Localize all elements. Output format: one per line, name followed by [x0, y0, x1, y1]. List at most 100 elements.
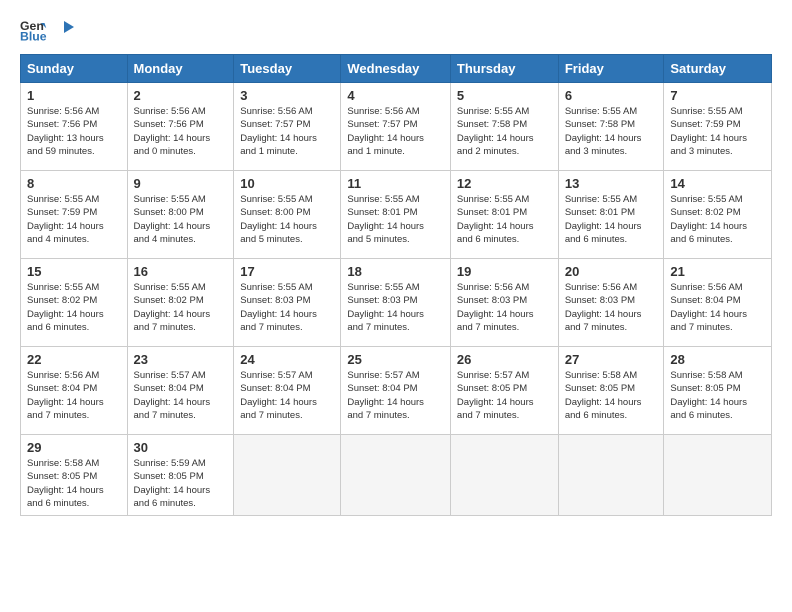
- day-detail: Sunrise: 5:57 AM Sunset: 8:05 PM Dayligh…: [457, 369, 552, 422]
- day-number: 1: [27, 88, 121, 103]
- calendar-header-saturday: Saturday: [664, 55, 772, 83]
- calendar-cell: 15 Sunrise: 5:55 AM Sunset: 8:02 PM Dayli…: [21, 259, 128, 347]
- day-detail: Sunrise: 5:57 AM Sunset: 8:04 PM Dayligh…: [134, 369, 228, 422]
- day-number: 26: [457, 352, 552, 367]
- logo: Gen Blue: [20, 16, 74, 44]
- day-number: 27: [565, 352, 658, 367]
- calendar-cell: 28 Sunrise: 5:58 AM Sunset: 8:05 PM Dayli…: [664, 347, 772, 435]
- day-number: 16: [134, 264, 228, 279]
- day-detail: Sunrise: 5:55 AM Sunset: 8:00 PM Dayligh…: [134, 193, 228, 246]
- day-detail: Sunrise: 5:55 AM Sunset: 8:02 PM Dayligh…: [134, 281, 228, 334]
- calendar-cell: 2 Sunrise: 5:56 AM Sunset: 7:56 PM Daylig…: [127, 83, 234, 171]
- day-detail: Sunrise: 5:58 AM Sunset: 8:05 PM Dayligh…: [670, 369, 765, 422]
- day-number: 11: [347, 176, 444, 191]
- calendar-cell: [450, 435, 558, 516]
- calendar-cell: 10 Sunrise: 5:55 AM Sunset: 8:00 PM Dayli…: [234, 171, 341, 259]
- calendar-cell: [664, 435, 772, 516]
- day-detail: Sunrise: 5:55 AM Sunset: 8:01 PM Dayligh…: [457, 193, 552, 246]
- calendar-cell: 30Sunrise: 5:59 AM Sunset: 8:05 PM Dayli…: [127, 435, 234, 516]
- calendar-week-row: 1 Sunrise: 5:56 AM Sunset: 7:56 PM Daylig…: [21, 83, 772, 171]
- day-number: 15: [27, 264, 121, 279]
- day-detail: Sunrise: 5:56 AM Sunset: 7:56 PM Dayligh…: [134, 105, 228, 158]
- day-detail: Sunrise: 5:55 AM Sunset: 8:03 PM Dayligh…: [240, 281, 334, 334]
- calendar-cell: 26 Sunrise: 5:57 AM Sunset: 8:05 PM Dayli…: [450, 347, 558, 435]
- calendar-cell: 7Sunrise: 5:55 AM Sunset: 7:59 PM Daylig…: [664, 83, 772, 171]
- day-detail: Sunrise: 5:55 AM Sunset: 7:58 PM Dayligh…: [565, 105, 658, 158]
- day-number: 14: [670, 176, 765, 191]
- day-detail: Sunrise: 5:55 AM Sunset: 8:02 PM Dayligh…: [670, 193, 765, 246]
- day-number: 10: [240, 176, 334, 191]
- day-detail: Sunrise: 5:56 AM Sunset: 7:56 PM Dayligh…: [27, 105, 121, 158]
- day-number: 22: [27, 352, 121, 367]
- day-number: 2: [134, 88, 228, 103]
- page: Gen Blue Sunday: [0, 0, 792, 532]
- day-detail: Sunrise: 5:56 AM Sunset: 7:57 PM Dayligh…: [240, 105, 334, 158]
- calendar-week-row: 29 Sunrise: 5:58 AM Sunset: 8:05 PM Dayli…: [21, 435, 772, 516]
- svg-text:Blue: Blue: [20, 30, 47, 44]
- calendar-cell: 21 Sunrise: 5:56 AM Sunset: 8:04 PM Dayli…: [664, 259, 772, 347]
- calendar-cell: 23 Sunrise: 5:57 AM Sunset: 8:04 PM Dayli…: [127, 347, 234, 435]
- calendar-header-friday: Friday: [558, 55, 664, 83]
- calendar-cell: 6Sunrise: 5:55 AM Sunset: 7:58 PM Daylig…: [558, 83, 664, 171]
- calendar-header-row: SundayMondayTuesdayWednesdayThursdayFrid…: [21, 55, 772, 83]
- day-number: 21: [670, 264, 765, 279]
- day-number: 20: [565, 264, 658, 279]
- calendar-cell: 24 Sunrise: 5:57 AM Sunset: 8:04 PM Dayli…: [234, 347, 341, 435]
- day-number: 30: [134, 440, 228, 455]
- day-detail: Sunrise: 5:58 AM Sunset: 8:05 PM Dayligh…: [27, 457, 121, 510]
- calendar-cell: 20Sunrise: 5:56 AM Sunset: 8:03 PM Dayli…: [558, 259, 664, 347]
- calendar-cell: 8 Sunrise: 5:55 AM Sunset: 7:59 PM Daylig…: [21, 171, 128, 259]
- calendar-table: SundayMondayTuesdayWednesdayThursdayFrid…: [20, 54, 772, 516]
- day-detail: Sunrise: 5:58 AM Sunset: 8:05 PM Dayligh…: [565, 369, 658, 422]
- calendar-header-sunday: Sunday: [21, 55, 128, 83]
- calendar-cell: 11 Sunrise: 5:55 AM Sunset: 8:01 PM Dayli…: [341, 171, 451, 259]
- calendar-cell: 16 Sunrise: 5:55 AM Sunset: 8:02 PM Dayli…: [127, 259, 234, 347]
- day-number: 13: [565, 176, 658, 191]
- day-number: 19: [457, 264, 552, 279]
- day-number: 5: [457, 88, 552, 103]
- day-number: 8: [27, 176, 121, 191]
- calendar-header-monday: Monday: [127, 55, 234, 83]
- day-detail: Sunrise: 5:55 AM Sunset: 7:58 PM Dayligh…: [457, 105, 552, 158]
- day-number: 29: [27, 440, 121, 455]
- day-number: 17: [240, 264, 334, 279]
- calendar-cell: [558, 435, 664, 516]
- calendar-cell: 29 Sunrise: 5:58 AM Sunset: 8:05 PM Dayli…: [21, 435, 128, 516]
- calendar-cell: 27 Sunrise: 5:58 AM Sunset: 8:05 PM Dayli…: [558, 347, 664, 435]
- calendar-header-wednesday: Wednesday: [341, 55, 451, 83]
- calendar-cell: 14 Sunrise: 5:55 AM Sunset: 8:02 PM Dayli…: [664, 171, 772, 259]
- calendar-cell: 12 Sunrise: 5:55 AM Sunset: 8:01 PM Dayli…: [450, 171, 558, 259]
- day-detail: Sunrise: 5:55 AM Sunset: 8:00 PM Dayligh…: [240, 193, 334, 246]
- day-detail: Sunrise: 5:55 AM Sunset: 8:02 PM Dayligh…: [27, 281, 121, 334]
- calendar-cell: 13Sunrise: 5:55 AM Sunset: 8:01 PM Dayli…: [558, 171, 664, 259]
- logo-wordmark: [52, 21, 74, 39]
- day-number: 28: [670, 352, 765, 367]
- day-number: 18: [347, 264, 444, 279]
- calendar-cell: [234, 435, 341, 516]
- day-detail: Sunrise: 5:55 AM Sunset: 7:59 PM Dayligh…: [670, 105, 765, 158]
- calendar-cell: 25 Sunrise: 5:57 AM Sunset: 8:04 PM Dayli…: [341, 347, 451, 435]
- header: Gen Blue: [20, 16, 772, 44]
- logo-flag-icon: [54, 21, 74, 39]
- day-detail: Sunrise: 5:55 AM Sunset: 8:01 PM Dayligh…: [347, 193, 444, 246]
- day-detail: Sunrise: 5:56 AM Sunset: 7:57 PM Dayligh…: [347, 105, 444, 158]
- day-number: 23: [134, 352, 228, 367]
- calendar-week-row: 15 Sunrise: 5:55 AM Sunset: 8:02 PM Dayli…: [21, 259, 772, 347]
- day-detail: Sunrise: 5:57 AM Sunset: 8:04 PM Dayligh…: [347, 369, 444, 422]
- day-detail: Sunrise: 5:56 AM Sunset: 8:03 PM Dayligh…: [457, 281, 552, 334]
- calendar-header-tuesday: Tuesday: [234, 55, 341, 83]
- logo-icon: Gen Blue: [20, 16, 48, 44]
- day-detail: Sunrise: 5:57 AM Sunset: 8:04 PM Dayligh…: [240, 369, 334, 422]
- day-number: 24: [240, 352, 334, 367]
- day-detail: Sunrise: 5:56 AM Sunset: 8:04 PM Dayligh…: [670, 281, 765, 334]
- day-number: 9: [134, 176, 228, 191]
- day-number: 25: [347, 352, 444, 367]
- day-detail: Sunrise: 5:55 AM Sunset: 7:59 PM Dayligh…: [27, 193, 121, 246]
- day-number: 3: [240, 88, 334, 103]
- calendar-header-thursday: Thursday: [450, 55, 558, 83]
- calendar-cell: 18Sunrise: 5:55 AM Sunset: 8:03 PM Dayli…: [341, 259, 451, 347]
- day-detail: Sunrise: 5:56 AM Sunset: 8:04 PM Dayligh…: [27, 369, 121, 422]
- calendar-cell: [341, 435, 451, 516]
- calendar-cell: 5 Sunrise: 5:55 AM Sunset: 7:58 PM Daylig…: [450, 83, 558, 171]
- day-number: 12: [457, 176, 552, 191]
